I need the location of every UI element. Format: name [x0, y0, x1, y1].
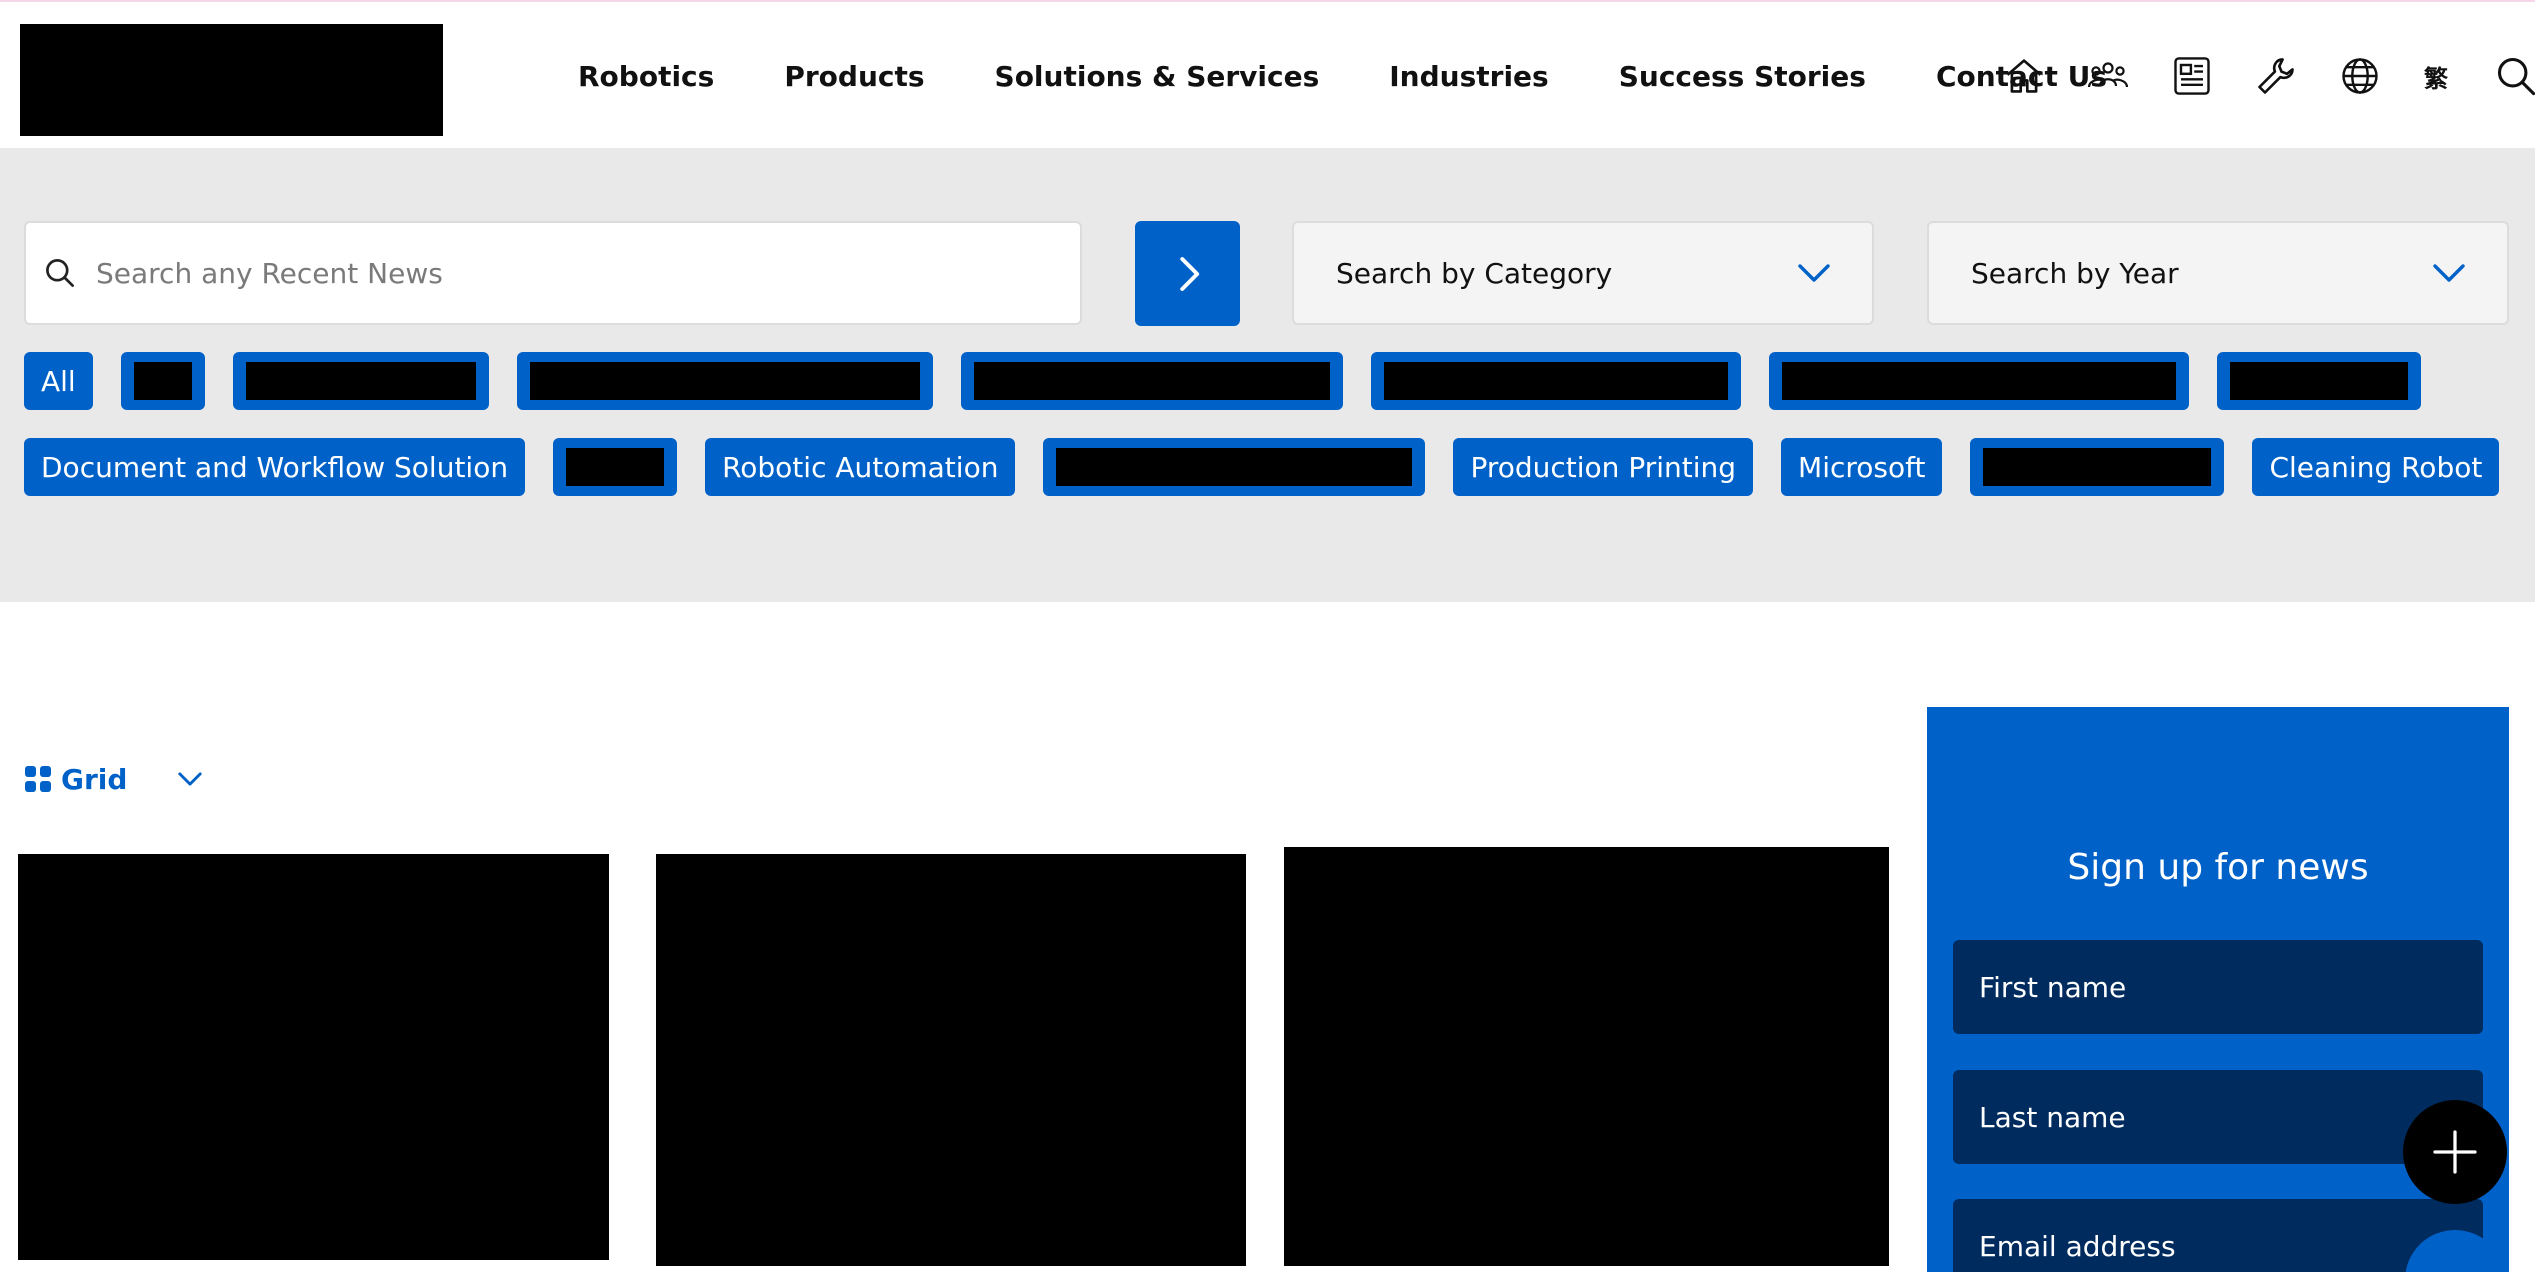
tag-cleaning-robot[interactable]: Cleaning Robot — [2252, 438, 2500, 496]
first-name-field[interactable]: First name — [1953, 940, 2483, 1034]
category-select-label: Search by Category — [1336, 256, 1613, 290]
nav-industries[interactable]: Industries — [1389, 60, 1548, 93]
logo-redacted[interactable] — [20, 24, 443, 136]
tag-row-1: All — [24, 352, 2449, 410]
news-card-image[interactable] — [1284, 847, 1889, 1266]
home-icon[interactable] — [1998, 50, 2050, 102]
search-submit-button[interactable] — [1135, 221, 1240, 326]
view-mode-label: Grid — [61, 762, 128, 796]
chevron-down-icon — [1798, 264, 1830, 282]
tag-redacted[interactable] — [1043, 438, 1426, 496]
chevron-down-icon — [2433, 264, 2465, 282]
view-mode-dropdown[interactable]: Grid — [24, 762, 207, 796]
tag-redacted[interactable] — [516, 352, 933, 410]
globe-icon[interactable] — [2334, 50, 2386, 102]
news-filter-panel: Search by Category Search by Year All Do… — [0, 148, 2535, 602]
nav-robotics[interactable]: Robotics — [578, 60, 714, 93]
news-icon[interactable] — [2166, 50, 2218, 102]
tag-redacted[interactable] — [232, 352, 489, 410]
news-search-input[interactable] — [96, 256, 996, 290]
email-field[interactable]: Email address — [1953, 1199, 2483, 1272]
tag-robotic-automation[interactable]: Robotic Automation — [705, 438, 1016, 496]
tag-redacted[interactable] — [120, 352, 205, 410]
nav-solutions-services[interactable]: Solutions & Services — [995, 60, 1320, 93]
language-icon[interactable]: 繁 — [2418, 50, 2454, 102]
tag-document-workflow-solution[interactable]: Document and Workflow Solution — [24, 438, 526, 496]
chevron-right-icon — [1179, 256, 1199, 291]
tag-redacted[interactable] — [1970, 438, 2225, 496]
plus-icon — [2433, 1130, 2477, 1174]
tag-redacted[interactable] — [553, 438, 678, 496]
tag-redacted[interactable] — [1370, 352, 1741, 410]
people-icon[interactable] — [2082, 50, 2134, 102]
tag-redacted[interactable] — [1768, 352, 2189, 410]
tag-all[interactable]: All — [24, 352, 93, 410]
signup-title: Sign up for news — [2067, 847, 2369, 888]
year-select-label: Search by Year — [1971, 256, 2179, 290]
tag-redacted[interactable] — [2216, 352, 2421, 410]
tag-redacted[interactable] — [960, 352, 1343, 410]
nav-products[interactable]: Products — [784, 60, 924, 93]
news-search-box[interactable] — [24, 221, 1082, 325]
main-nav: Robotics Products Solutions & Services I… — [578, 2, 2107, 150]
year-select[interactable]: Search by Year — [1927, 221, 2509, 325]
site-header: Robotics Products Solutions & Services I… — [0, 0, 2535, 148]
floating-plus-button[interactable] — [2403, 1100, 2507, 1204]
search-icon — [46, 259, 74, 287]
chevron-down-icon — [178, 772, 203, 786]
grid-icon — [25, 766, 51, 792]
nav-success-stories[interactable]: Success Stories — [1619, 60, 1866, 93]
header-icons: 繁 — [1998, 2, 2535, 150]
tag-production-printing[interactable]: Production Printing — [1453, 438, 1754, 496]
category-select[interactable]: Search by Category — [1292, 221, 1874, 325]
news-card-image[interactable] — [656, 854, 1246, 1266]
wrench-icon[interactable] — [2250, 50, 2302, 102]
tag-row-2: Document and Workflow Solution Robotic A… — [24, 438, 2527, 496]
tag-microsoft[interactable]: Microsoft — [1781, 438, 1943, 496]
search-icon[interactable] — [2490, 50, 2535, 102]
news-card-image[interactable] — [18, 854, 609, 1260]
